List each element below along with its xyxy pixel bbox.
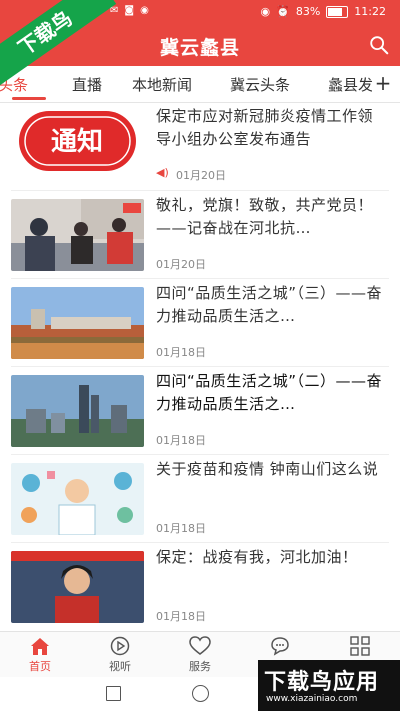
news-title: 四问“品质生活之城”（三）——奋力推动品质生活之…: [156, 284, 383, 325]
nav-home-label: 首页: [29, 660, 51, 673]
nav-home[interactable]: 首页: [10, 636, 70, 674]
news-item[interactable]: 四问“品质生活之城”（三）——奋力推动品质生活之… 01月18日: [0, 279, 400, 367]
watermark-brand-url: www.xiazainiao.com: [266, 694, 358, 704]
nav-services-label: 服务: [189, 660, 211, 673]
news-list: 通知 保定市应对新冠肺炎疫情工作领导小组办公室发布通告 ◀) 01月20日 敬礼…: [0, 103, 400, 631]
watermark-brand: 下载鸟应用 www.xiazainiao.com: [258, 660, 400, 711]
news-title: 关于疫苗和疫情 钟南山们这么说: [156, 460, 379, 478]
active-tab-indicator: [12, 97, 46, 100]
nav-audio-video-label: 视听: [109, 660, 131, 673]
notification-icons: ✉ ◙ ◉: [110, 5, 149, 16]
tab-live[interactable]: 直播: [72, 74, 102, 95]
news-thumbnail: [11, 287, 144, 359]
watermark-brand-title: 下载鸟应用: [264, 670, 380, 695]
chat-icon: [271, 637, 289, 656]
notice-thumbnail: 通知: [11, 105, 144, 177]
audio-icon[interactable]: ◀): [156, 166, 169, 179]
grid-icon: [350, 636, 370, 656]
news-date: 01月20日: [176, 169, 226, 182]
nav-services[interactable]: 服务: [170, 636, 230, 674]
news-date: 01月18日: [156, 346, 206, 359]
news-title: 保定市应对新冠肺炎疫情工作领导小组办公室发布通告: [156, 107, 374, 148]
news-item[interactable]: 保定：战疫有我，河北加油！ 01月18日: [0, 543, 400, 631]
search-icon[interactable]: [368, 34, 390, 56]
news-item[interactable]: 关于疫苗和疫情 钟南山们这么说 01月18日: [0, 455, 400, 543]
news-title: 敬礼，党旗！致敬，共产党员！——记奋战在河北抗…: [156, 196, 374, 237]
notice-thumbnail-text: 通知: [51, 127, 103, 157]
home-button-icon[interactable]: [192, 685, 209, 702]
nav-messages[interactable]: [250, 636, 310, 658]
news-date: 01月18日: [156, 522, 206, 535]
news-thumbnail: [11, 463, 144, 535]
nav-more[interactable]: [330, 636, 390, 658]
app-notification-icon: ◙: [124, 5, 135, 16]
play-icon: [110, 636, 130, 656]
home-icon: [31, 638, 49, 655]
news-date: 01月18日: [156, 610, 206, 623]
news-thumbnail: [11, 375, 144, 447]
news-item[interactable]: 四问“品质生活之城”（二）——奋力推动品质生活之… 01月18日: [0, 367, 400, 455]
news-item[interactable]: 敬礼，党旗！致敬，共产党员！——记奋战在河北抗… 01月20日: [0, 191, 400, 279]
add-tab-icon[interactable]: +: [372, 70, 394, 96]
clock: 11:22: [354, 5, 386, 18]
news-thumbnail: [11, 551, 144, 623]
news-date: 01月20日: [156, 258, 206, 271]
eye-icon: ◉: [260, 5, 271, 18]
battery-icon: [326, 5, 349, 18]
tab-jiyun-headlines[interactable]: 冀云头条: [230, 74, 290, 95]
battery-percent: 83%: [295, 5, 321, 18]
heart-icon: [189, 636, 211, 655]
news-thumbnail: [11, 199, 144, 271]
news-date: 01月18日: [156, 434, 206, 447]
category-tabs: 头条 直播 本地新闻 冀云头条 蠡县发布 +: [0, 66, 400, 103]
news-title: 四问“品质生活之城”（二）——奋力推动品质生活之…: [156, 372, 383, 413]
news-item[interactable]: 通知 保定市应对新冠肺炎疫情工作领导小组办公室发布通告 ◀) 01月20日: [0, 103, 400, 191]
news-title: 保定：战疫有我，河北加油！: [156, 548, 358, 566]
nav-audio-video[interactable]: 视听: [90, 636, 150, 674]
chat-notification-icon: ◉: [140, 5, 149, 16]
alarm-icon: ⏰: [276, 5, 290, 18]
tab-local-news[interactable]: 本地新闻: [132, 74, 192, 95]
recents-icon[interactable]: [106, 686, 121, 701]
